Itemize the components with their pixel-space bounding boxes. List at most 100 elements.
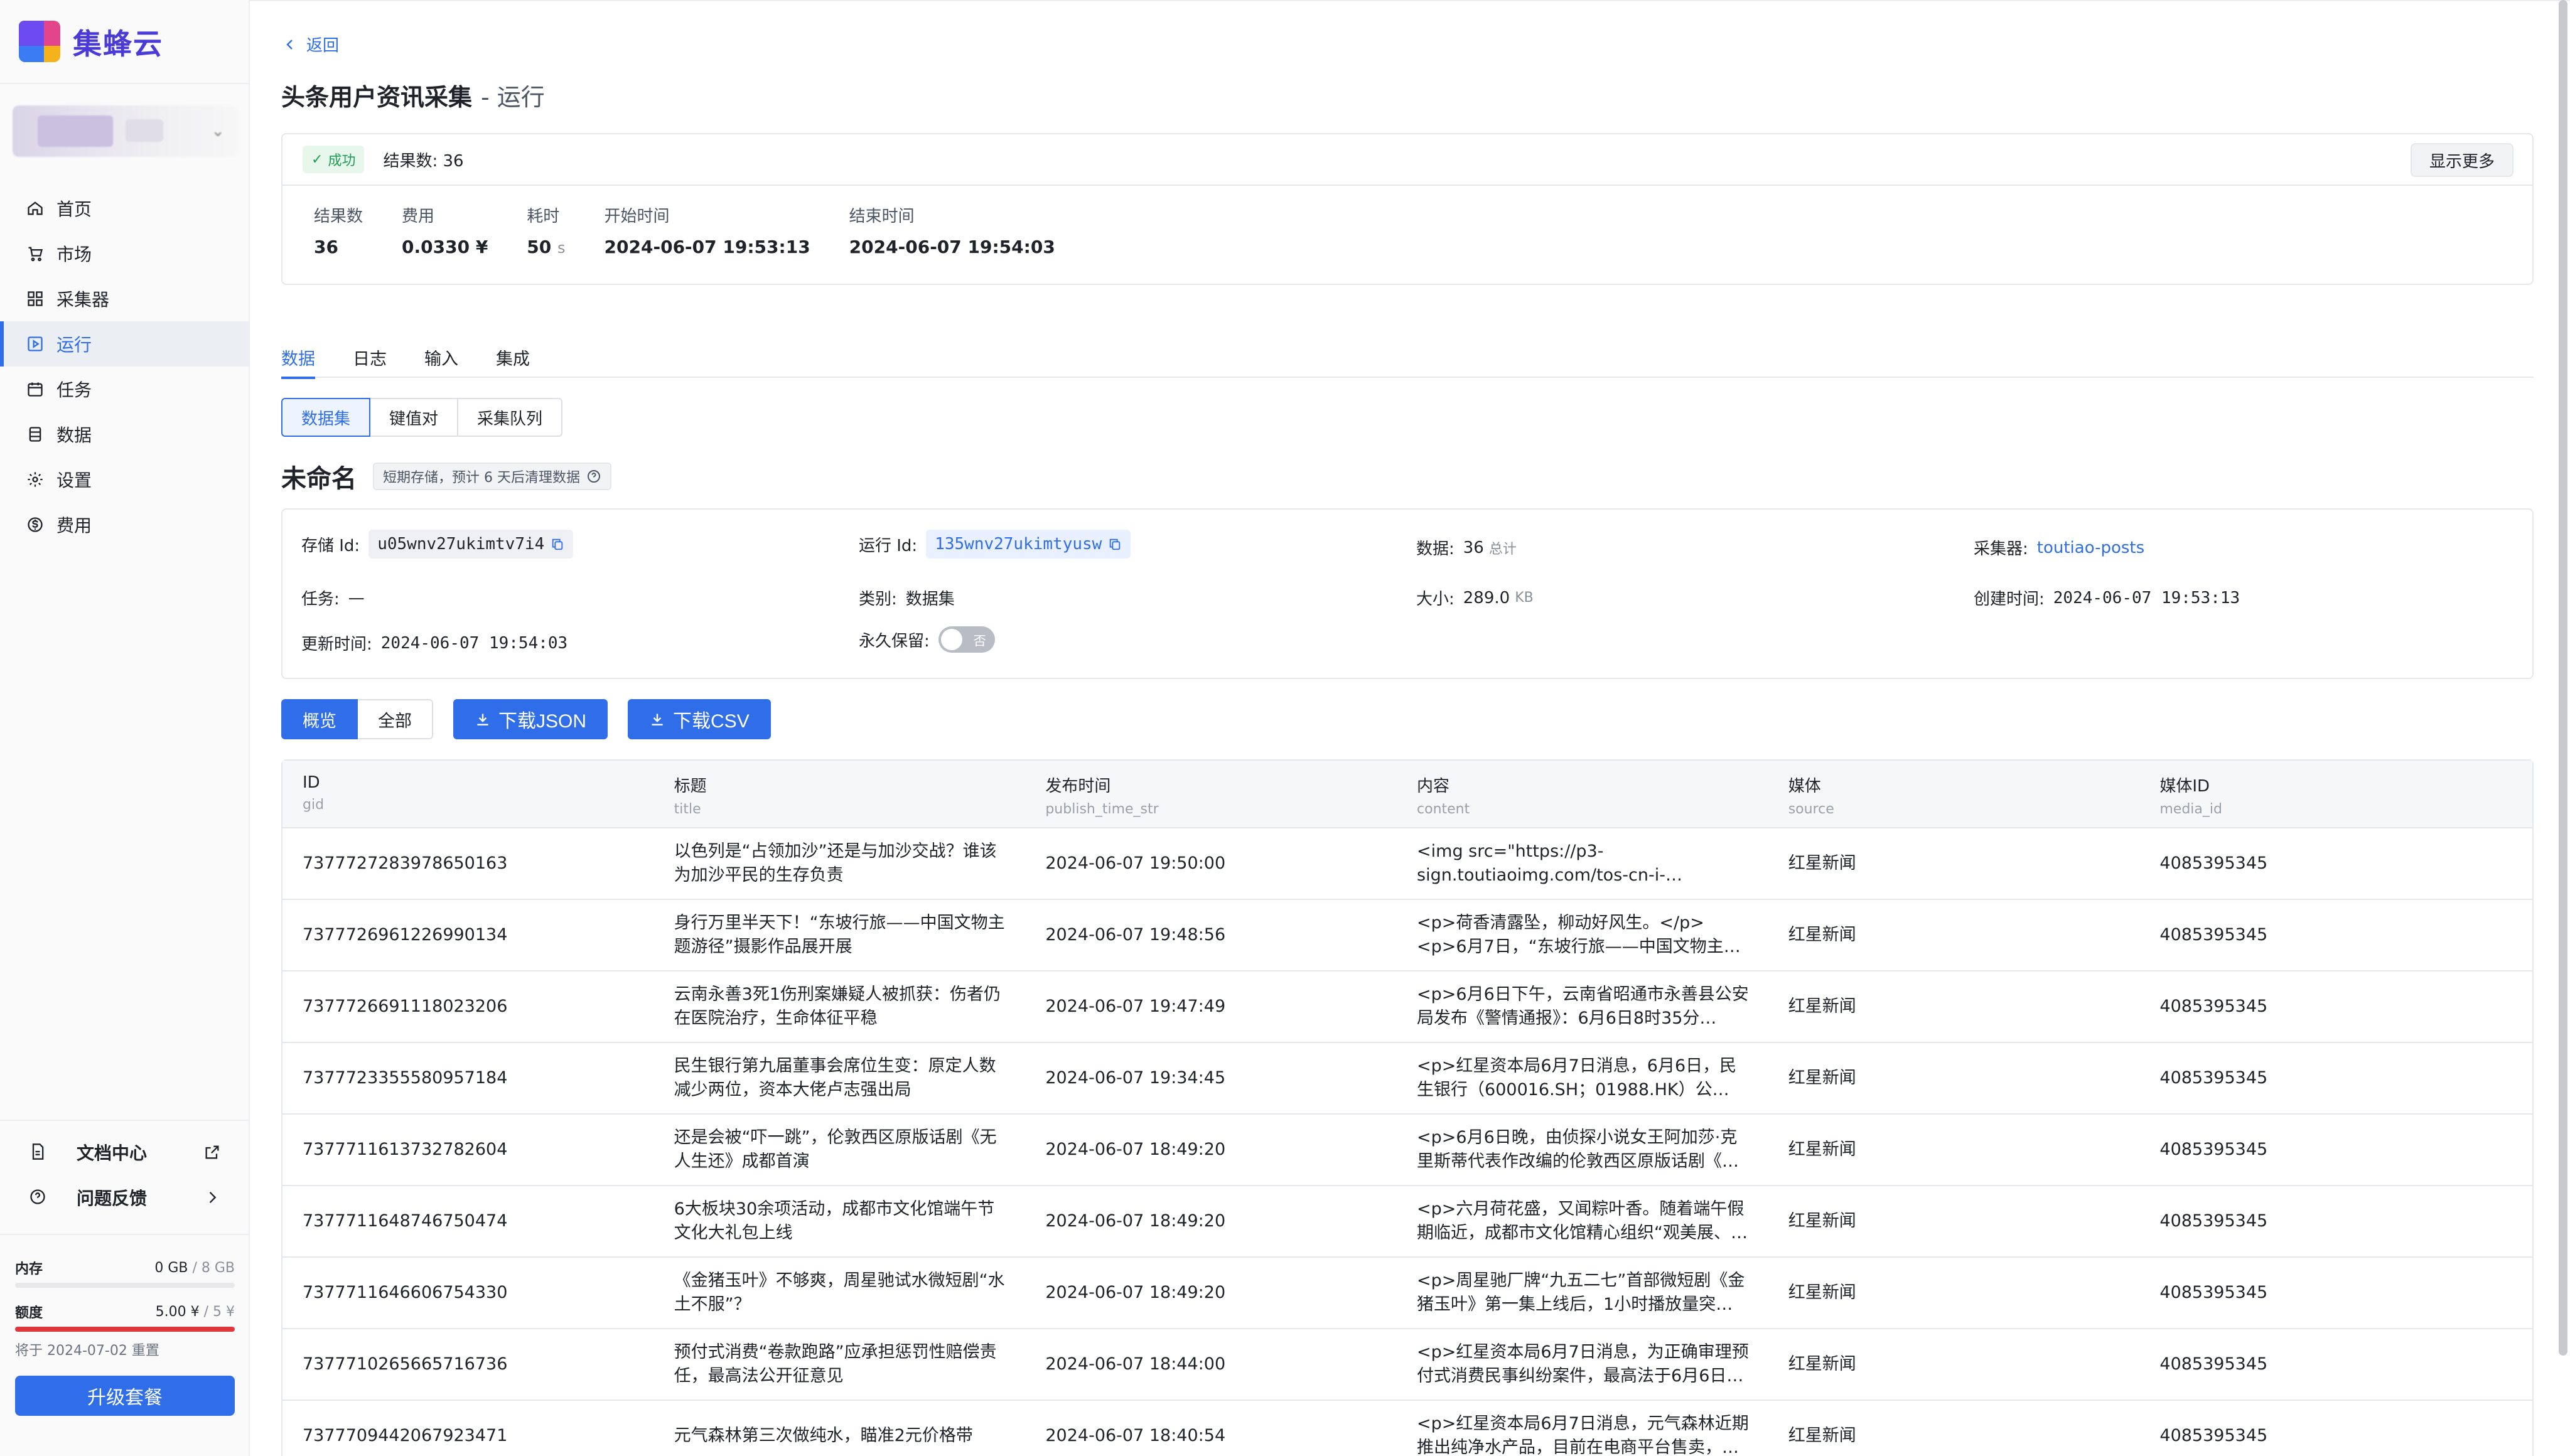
column-header-source[interactable]: 媒体 source: [1768, 761, 2140, 827]
download-csv-label: 下载CSV: [673, 711, 750, 732]
usage-quota: 内存 0 GB / 8 GB 额度 5.00 ¥ / 5 ¥ 将于 2024-0…: [15, 1255, 235, 1359]
column-key: gid: [303, 797, 325, 813]
run-tabs: 数据 日志 输入 集成: [281, 344, 2534, 379]
subtab-dataset[interactable]: 数据集: [281, 398, 371, 437]
cell-media-id: 4085395345: [2159, 1068, 2268, 1088]
column-header-content[interactable]: 内容 content: [1397, 761, 1768, 827]
show-more-button[interactable]: 显示更多: [2410, 143, 2514, 177]
cell-title: 《金猪玉叶》不够爽，周星驰试水微短剧“水土不服”？: [674, 1271, 1005, 1314]
sidebar-divider: [0, 1234, 250, 1235]
column-key: source: [1788, 801, 1834, 817]
copy-icon[interactable]: [551, 537, 564, 551]
dollar-icon: [25, 515, 45, 535]
storage-type-switch: 数据集 键值对 采集队列: [281, 398, 563, 437]
sidebar-item-market[interactable]: 市场: [0, 231, 250, 276]
copy-icon[interactable]: [1108, 537, 1122, 551]
upgrade-plan-button[interactable]: 升级套餐: [15, 1376, 235, 1416]
cell-content: <p>6月6日晚，由侦探小说女王阿加莎·克里斯蒂代表作改编的伦敦西区原版话剧《无…: [1417, 1128, 1739, 1171]
table-row[interactable]: 7377727283978650163 以色列是“占领加沙”还是与加沙交战？谁该…: [282, 828, 2532, 900]
account-switcher[interactable]: ⌄: [13, 105, 239, 157]
subtab-request-queue[interactable]: 采集队列: [457, 398, 563, 437]
table-row[interactable]: 7377711648746750474 6大板块30余项活动，成都市文化馆端午节…: [282, 1186, 2532, 1258]
stat-label: 结果数: [314, 207, 363, 226]
table-row[interactable]: 7377711613732782604 还是会被“吓一跳”，伦敦西区原版话剧《无…: [282, 1115, 2532, 1186]
data-count-value: 36: [1463, 538, 1484, 557]
column-header-id[interactable]: ID gid: [282, 761, 654, 827]
sidebar-item-collectors[interactable]: 采集器: [0, 276, 250, 321]
sidebar-item-data[interactable]: 数据: [0, 412, 250, 457]
main-content: 返回 头条用户资讯采集 - 运行 ✓ 成功 结果数: 36 显示更多 结果数 36…: [250, 0, 2570, 1456]
feedback-link[interactable]: 问题反馈: [0, 1175, 250, 1220]
column-header-media-id[interactable]: 媒体ID media_id: [2139, 761, 2532, 827]
cell-media-id: 4085395345: [2159, 1426, 2268, 1445]
stat-unit: s: [557, 239, 566, 257]
cell-publish-time: 2024-06-07 18:44:00: [1045, 1354, 1226, 1374]
table-row[interactable]: 7377710265665716736 预付式消费“卷款跑路”应承担惩罚性赔偿责…: [282, 1329, 2532, 1401]
cell-title: 6大板块30余项活动，成都市文化馆端午节文化大礼包上线: [674, 1199, 995, 1243]
cell-content: <p>六月荷花盛，又闻粽叶香。随着端午假期临近，成都市文化馆精心组织“观美展、享…: [1417, 1199, 1745, 1243]
document-icon: [29, 1143, 48, 1162]
table-row[interactable]: 7377726961226990134 身行万里半天下！“东坡行旅——中国文物主…: [282, 900, 2532, 972]
docs-center-label: 文档中心: [77, 1143, 148, 1164]
sidebar-item-home[interactable]: 首页: [0, 186, 250, 231]
stat-duration: 耗时 50 s: [527, 203, 565, 257]
sidebar-item-label: 任务: [56, 380, 92, 400]
table-row[interactable]: 7377723355580957184 民生银行第九届董事会席位生变：原定人数减…: [282, 1043, 2532, 1115]
table-row[interactable]: 7377711646606754330 《金猪玉叶》不够爽，周星驰试水微短剧“水…: [282, 1258, 2532, 1329]
field-label: 存储 Id:: [301, 536, 360, 555]
collector-field: 采集器: toutiao-posts: [1974, 536, 2144, 559]
cell-content: <p>荷香清露坠，柳动好风生。</p><p>6月7日，“东坡行旅——中国文物主题…: [1417, 913, 1741, 956]
quota-reset-note: 将于 2024-07-02 重置: [15, 1343, 159, 1359]
database-icon: [25, 424, 45, 444]
brand-logo[interactable]: 集蜂云: [19, 20, 163, 64]
sidebar-item-label: 采集器: [56, 289, 110, 310]
task-value: —: [348, 588, 365, 608]
size-value: 289.0: [1463, 588, 1510, 608]
run-stats: 结果数 36 费用 0.0330 ¥ 耗时 50 s 开始时间 2024-06-…: [282, 186, 2532, 257]
size-unit: KB: [1515, 590, 1534, 606]
view-overview-button[interactable]: 概览: [281, 699, 358, 739]
cell-source: 红星新闻: [1788, 1211, 1856, 1231]
cell-media-id: 4085395345: [2159, 1283, 2268, 1302]
created-value: 2024-06-07 19:53:13: [2053, 588, 2240, 608]
tab-log[interactable]: 日志: [353, 344, 387, 378]
table-actions: 概览 全部 下载JSON 下载CSV: [281, 699, 771, 739]
stat-value: 2024-06-07 19:53:13: [604, 237, 810, 257]
column-key: media_id: [2159, 801, 2222, 817]
page-scrollbar[interactable]: [2559, 0, 2567, 1356]
download-json-button[interactable]: 下载JSON: [453, 699, 608, 739]
sidebar-item-label: 市场: [56, 244, 92, 265]
tab-input[interactable]: 输入: [424, 344, 458, 378]
sidebar-item-billing[interactable]: 费用: [0, 502, 250, 547]
cell-media-id: 4085395345: [2159, 925, 2268, 945]
storage-id-pill[interactable]: u05wnv27ukimtv7i4: [368, 530, 574, 559]
dataset-title-row: 未命名 短期存储，预计 6 天后清理数据: [281, 458, 611, 495]
docs-center-link[interactable]: 文档中心: [0, 1130, 250, 1175]
back-link[interactable]: 返回: [282, 33, 339, 56]
permanent-retention-toggle[interactable]: 否: [938, 626, 995, 653]
tab-integration[interactable]: 集成: [496, 344, 530, 378]
sidebar-item-tasks[interactable]: 任务: [0, 367, 250, 412]
help-circle-icon[interactable]: [586, 469, 601, 484]
column-label: 媒体ID: [2159, 777, 2210, 796]
collector-link[interactable]: toutiao-posts: [2037, 538, 2144, 557]
table-row[interactable]: 7377726691118023206 云南永善3死1伤刑案嫌疑人被抓获：伤者仍…: [282, 972, 2532, 1043]
cart-icon: [25, 244, 45, 264]
chevron-right-icon: [203, 1189, 221, 1206]
table-row[interactable]: 7377709442067923471 元气森林第三次做纯水，瞄准2元价格带 2…: [282, 1401, 2532, 1456]
sidebar-item-label: 首页: [56, 199, 92, 220]
column-header-title[interactable]: 标题 title: [654, 761, 1026, 827]
home-icon: [25, 198, 45, 218]
tab-data[interactable]: 数据: [281, 344, 315, 379]
view-all-button[interactable]: 全部: [358, 699, 433, 739]
column-header-publish-time[interactable]: 发布时间 publish_time_str: [1025, 761, 1397, 827]
sidebar-item-settings[interactable]: 设置: [0, 457, 250, 502]
sidebar-item-runs[interactable]: 运行: [0, 321, 250, 367]
subtab-key-value[interactable]: 键值对: [369, 398, 459, 437]
download-csv-button[interactable]: 下载CSV: [628, 699, 771, 739]
feedback-label: 问题反馈: [77, 1188, 148, 1209]
storage-id-field: 存储 Id: u05wnv27ukimtv7i4: [301, 530, 574, 559]
run-id-pill[interactable]: 135wnv27ukimtyusw: [926, 530, 1131, 559]
cell-id: 7377709442067923471: [303, 1426, 508, 1445]
cell-content: <img src="https://p3-sign.toutiaoimg.com…: [1417, 842, 1682, 885]
